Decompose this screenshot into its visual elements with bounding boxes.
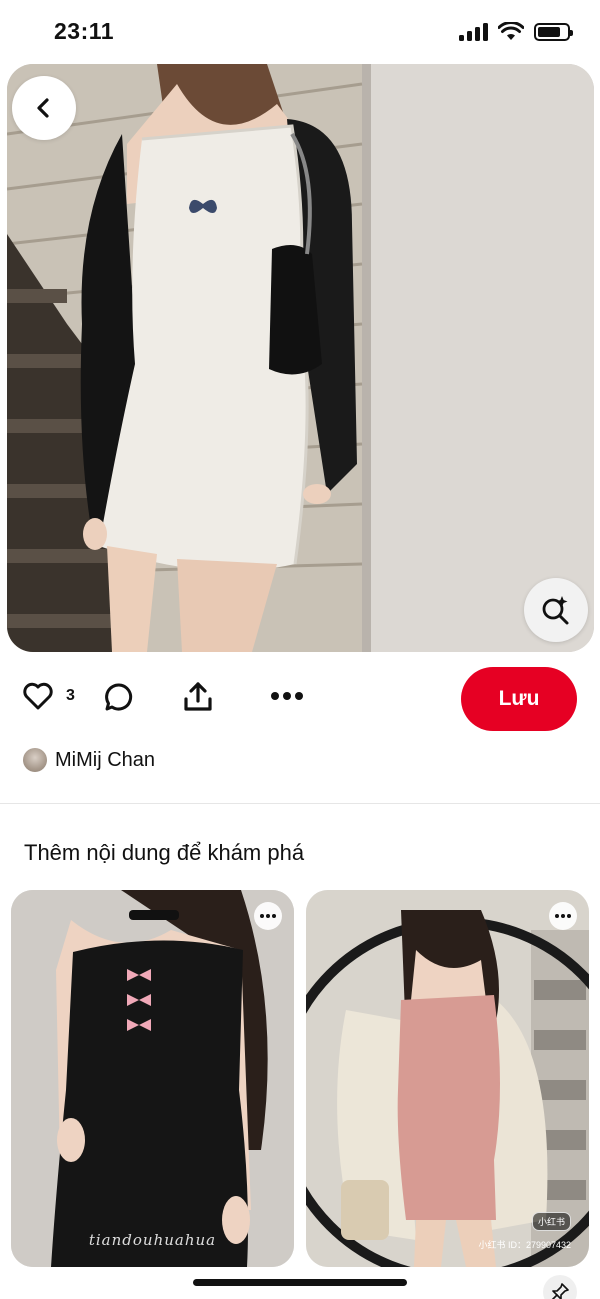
more-to-explore-title: Thêm nội dung để khám phá bbox=[24, 840, 305, 865]
pin-actions: 3 Lưu bbox=[0, 667, 600, 731]
ellipsis-icon bbox=[260, 914, 276, 918]
related-pin-card[interactable]: tiandouhuahua bbox=[11, 890, 294, 1267]
comment-button[interactable] bbox=[103, 681, 135, 713]
divider bbox=[0, 803, 600, 804]
chevron-left-icon bbox=[37, 98, 49, 118]
card-options-button[interactable] bbox=[254, 902, 282, 930]
back-button[interactable] bbox=[12, 76, 76, 140]
share-button[interactable] bbox=[182, 681, 214, 713]
comment-bubble-icon bbox=[105, 683, 133, 711]
more-options-button[interactable] bbox=[271, 691, 303, 701]
pushpin-icon bbox=[551, 1283, 569, 1299]
status-time: 23:11 bbox=[54, 18, 115, 44]
pin-button[interactable] bbox=[543, 1275, 577, 1299]
status-icons bbox=[459, 22, 573, 41]
image-watermark-id: 小红书 ID：279907432 bbox=[478, 1240, 571, 1250]
ellipsis-icon bbox=[555, 914, 571, 918]
creator-name[interactable]: MiMij Chan bbox=[55, 749, 155, 772]
image-watermark-badge: 小红书 bbox=[531, 1212, 571, 1231]
ellipsis-icon bbox=[271, 692, 303, 700]
heart-icon bbox=[23, 682, 53, 710]
card-options-button[interactable] bbox=[549, 902, 577, 930]
visual-search-button[interactable] bbox=[524, 578, 588, 642]
creator[interactable]: MiMij Chan bbox=[23, 748, 155, 772]
signal-icon bbox=[459, 22, 488, 41]
save-button[interactable]: Lưu bbox=[461, 667, 577, 731]
battery-icon bbox=[534, 22, 573, 41]
status-bar: 23:11 bbox=[0, 0, 600, 62]
share-upload-icon bbox=[184, 682, 212, 711]
like-count: 3 bbox=[66, 687, 75, 704]
home-indicator[interactable] bbox=[193, 1279, 407, 1286]
pin-image[interactable] bbox=[7, 64, 594, 652]
image-watermark: tiandouhuahua bbox=[88, 1231, 217, 1249]
wifi-icon bbox=[498, 22, 524, 40]
avatar[interactable] bbox=[23, 748, 47, 772]
magnifier-sparkle-icon bbox=[542, 596, 569, 625]
related-pin-card[interactable]: 小红书 小红书 ID：279907432 bbox=[306, 890, 589, 1267]
like-action[interactable]: 3 bbox=[22, 681, 75, 711]
